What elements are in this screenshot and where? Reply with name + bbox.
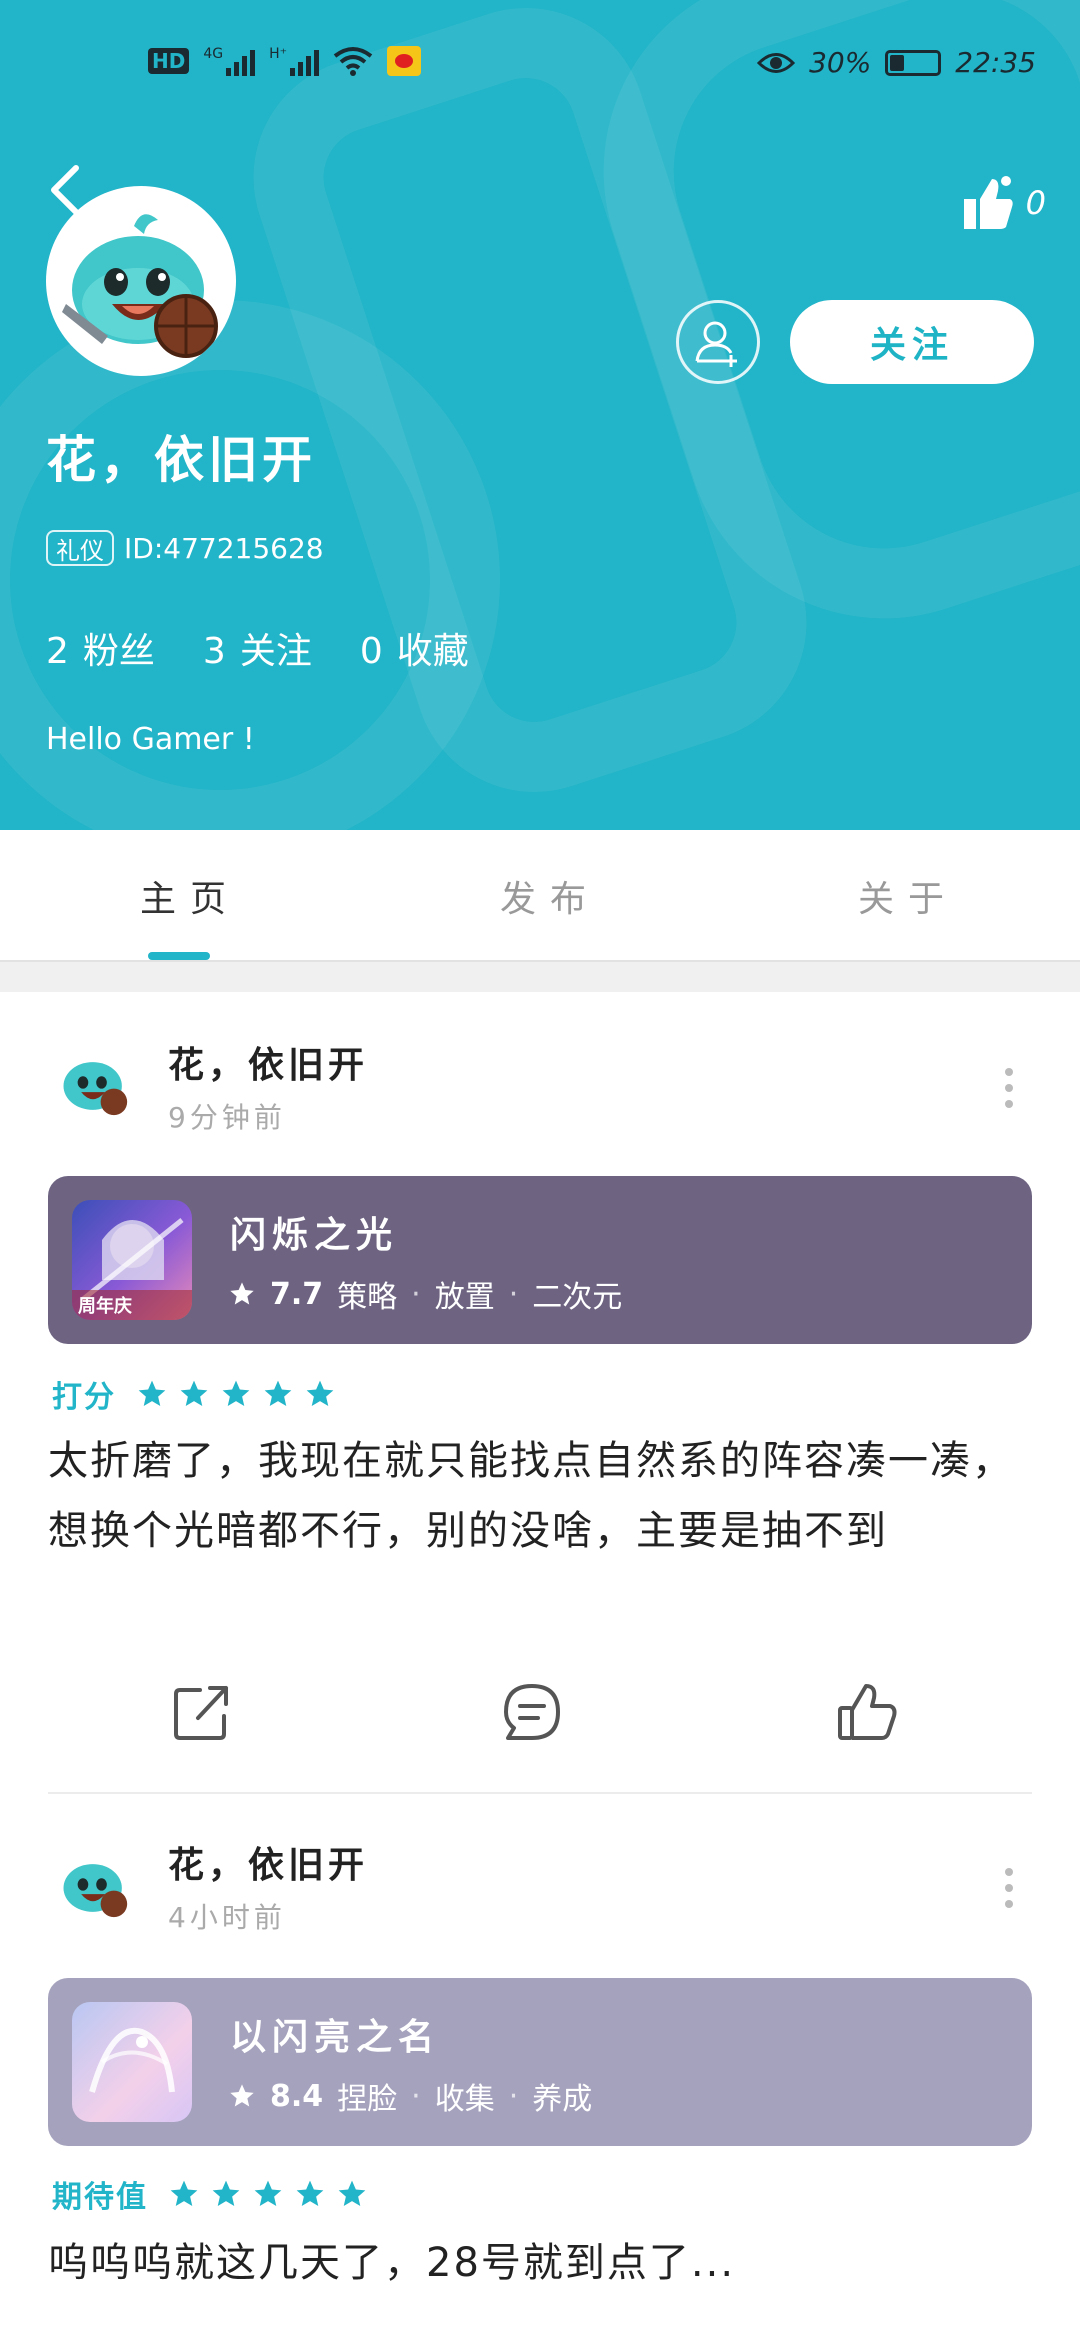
rating-star-icon bbox=[138, 1380, 166, 1406]
post-content[interactable]: 呜呜呜就这几天了，28号就到点了... bbox=[48, 2228, 1038, 2298]
battery-percent: 30% bbox=[809, 46, 872, 79]
wifi-icon bbox=[333, 47, 373, 76]
game-tag: 收集 bbox=[434, 2082, 495, 2117]
post-content[interactable]: 太折磨了，我现在就只能找点自然系的阵容凑一凑，想换个光暗都不行，别的没啥，主要是… bbox=[48, 1426, 1038, 1566]
tab-indicator bbox=[148, 952, 210, 960]
share-icon[interactable] bbox=[170, 1680, 234, 1744]
tag-separator: · bbox=[508, 2078, 519, 2114]
game-card[interactable]: 以闪亮之名 8.4 捏脸 · 收集 · 养成 bbox=[48, 1978, 1032, 2146]
rating-star-icon bbox=[338, 2180, 366, 2206]
game-tag: 放置 bbox=[434, 1280, 495, 1315]
clock: 22:35 bbox=[955, 46, 1036, 79]
tab-posts[interactable]: 发布 bbox=[500, 870, 600, 922]
like-icon[interactable] bbox=[836, 1680, 900, 1744]
game-title: 闪烁之光 bbox=[230, 1215, 399, 1256]
stat-number: 0 bbox=[359, 631, 383, 672]
tag-separator: · bbox=[508, 1276, 519, 1312]
post-time: 4小时前 bbox=[168, 1901, 286, 1934]
battery-fill bbox=[890, 54, 905, 71]
rating-star-icon bbox=[170, 2180, 198, 2206]
rating-star-icon bbox=[180, 1380, 208, 1406]
tag-separator: · bbox=[411, 1276, 421, 1312]
more-options-icon[interactable] bbox=[1004, 1068, 1014, 1108]
game-tag: 二次元 bbox=[532, 1280, 623, 1315]
game-icon-badge: 周年庆 bbox=[78, 1295, 132, 1317]
comment-icon[interactable] bbox=[500, 1680, 564, 1744]
game-tag: 策略 bbox=[337, 1280, 398, 1315]
rating-stars bbox=[136, 1378, 336, 1410]
rating-stars bbox=[168, 2178, 368, 2210]
rating-star-icon bbox=[212, 2180, 240, 2206]
slime-mascot-image bbox=[52, 1040, 136, 1124]
stat-number: 2 bbox=[46, 631, 69, 672]
follow-button[interactable]: 关注 bbox=[790, 300, 1034, 384]
profile-tabs: 主页 发布 关于 bbox=[0, 830, 1080, 962]
profile-nickname: 花，依旧开 bbox=[46, 431, 316, 489]
section-divider bbox=[0, 962, 1080, 992]
game-logo-image bbox=[89, 2027, 175, 2093]
slime-mascot-image bbox=[62, 214, 218, 358]
tab-home[interactable]: 主页 bbox=[140, 870, 240, 922]
stat-fans[interactable]: 2 粉丝 bbox=[46, 622, 155, 674]
rating-row: 期待值 bbox=[52, 2172, 368, 2216]
post-author-name[interactable]: 花，依旧开 bbox=[168, 1836, 368, 1888]
rating-label: 期待值 bbox=[52, 2180, 148, 2215]
rating-label: 打分 bbox=[52, 1380, 116, 1415]
rating-star-icon bbox=[264, 1380, 292, 1406]
game-icon: 周年庆 bbox=[72, 1200, 192, 1320]
rating-star-icon bbox=[306, 1380, 334, 1406]
h-plus-signal-icon: H⁺ bbox=[269, 46, 320, 76]
game-score: 7.7 bbox=[270, 1276, 324, 1312]
stat-label: 关注 bbox=[239, 631, 312, 672]
avatar[interactable] bbox=[46, 186, 236, 376]
stat-number: 3 bbox=[202, 631, 226, 672]
rating-row: 打分 bbox=[52, 1372, 336, 1416]
tab-about[interactable]: 关于 bbox=[858, 870, 958, 922]
game-tag: 养成 bbox=[532, 2082, 593, 2117]
post-author-avatar[interactable] bbox=[52, 1842, 136, 1926]
rating-star-icon bbox=[296, 2180, 324, 2206]
status-bar: HD 4G H⁺ 30% 22:35 bbox=[0, 40, 1080, 90]
rating-star-icon bbox=[222, 1380, 250, 1406]
profile-stats: 2 粉丝 3 关注 0 收藏 bbox=[46, 622, 469, 674]
post-author-name[interactable]: 花，依旧开 bbox=[168, 1036, 368, 1088]
eye-icon bbox=[757, 52, 796, 73]
tag-separator: · bbox=[411, 2078, 421, 2114]
stat-label: 收藏 bbox=[396, 631, 469, 672]
slime-mascot-image bbox=[52, 1842, 136, 1926]
stat-favorites[interactable]: 0 收藏 bbox=[360, 622, 469, 674]
post-time: 9分钟前 bbox=[168, 1101, 286, 1134]
profile-bio: Hello Gamer ! bbox=[46, 722, 255, 757]
star-icon bbox=[230, 2084, 254, 2107]
4g-signal-icon: 4G bbox=[203, 46, 256, 76]
rating-star-icon bbox=[254, 2180, 282, 2206]
battery-icon bbox=[885, 49, 942, 76]
profile-header bbox=[0, 0, 1080, 830]
more-options-icon[interactable] bbox=[1004, 1868, 1014, 1908]
stat-following[interactable]: 3 关注 bbox=[203, 622, 312, 674]
post-author-avatar[interactable] bbox=[52, 1040, 136, 1124]
add-friend-button[interactable] bbox=[676, 300, 760, 384]
etiquette-badge[interactable]: 礼仪 bbox=[46, 530, 114, 566]
user-id: ID:477215628 bbox=[124, 531, 324, 565]
game-art-image: 周年庆 bbox=[72, 1218, 192, 1320]
add-user-icon bbox=[695, 321, 737, 367]
game-meta: 7.7 策略 · 放置 · 二次元 bbox=[228, 1272, 622, 1316]
profile-like[interactable]: 0 bbox=[962, 175, 1046, 231]
game-icon bbox=[72, 2002, 192, 2122]
post-divider bbox=[48, 1792, 1032, 1794]
thumbs-up-icon bbox=[963, 176, 1013, 229]
game-card[interactable]: 周年庆 闪烁之光 7.7 策略 · 放置 · 二次元 bbox=[48, 1176, 1032, 1344]
game-tag: 捏脸 bbox=[337, 2082, 398, 2117]
game-title: 以闪亮之名 bbox=[230, 2017, 441, 2058]
weibo-icon bbox=[387, 46, 422, 76]
game-score: 8.4 bbox=[270, 2078, 324, 2114]
star-icon bbox=[230, 1282, 254, 1305]
stat-label: 粉丝 bbox=[82, 631, 155, 672]
like-count: 0 bbox=[1025, 184, 1046, 222]
game-meta: 8.4 捏脸 · 收集 · 养成 bbox=[228, 2074, 592, 2118]
hd-icon: HD bbox=[148, 48, 190, 74]
